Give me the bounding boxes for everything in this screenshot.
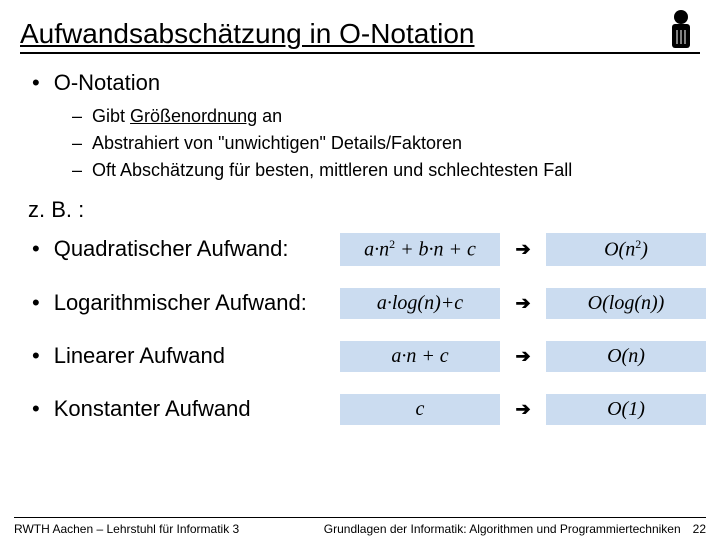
sub-item-1: – Gibt Größenordnung an <box>72 106 696 127</box>
formula-quad-lhs: a·n2 + b·n + c <box>340 233 500 266</box>
dash-icon: – <box>72 160 82 181</box>
page-title: Aufwandsabschätzung in O-Notation <box>20 18 475 50</box>
formula-quad-rhs: O(n2) <box>546 233 706 266</box>
row-linear: •Linearer Aufwand a·n + c ➔ O(n) <box>32 341 696 372</box>
footer-right: Grundlagen der Informatik: Algorithmen u… <box>324 522 681 536</box>
bullet-dot: • <box>32 70 40 96</box>
formula-lin-rhs: O(n) <box>546 341 706 372</box>
row-logarithmic: •Logarithmischer Aufwand: a·log(n)+c ➔ O… <box>32 288 696 319</box>
sub-item-3: – Oft Abschätzung für besten, mittleren … <box>72 160 696 181</box>
arrow-icon: ➔ <box>508 399 538 420</box>
arrow-icon: ➔ <box>508 346 538 367</box>
formula-log-lhs: a·log(n)+c <box>340 288 500 319</box>
example-header: z. B. : <box>28 197 696 223</box>
formula-const-rhs: O(1) <box>546 394 706 425</box>
formula-log-rhs: O(log(n)) <box>546 288 706 319</box>
arrow-icon: ➔ <box>508 239 538 260</box>
sub-text: Gibt Größenordnung an <box>92 106 282 127</box>
footer-left: RWTH Aachen – Lehrstuhl für Informatik 3 <box>14 522 239 536</box>
footer: RWTH Aachen – Lehrstuhl für Informatik 3… <box>14 517 706 536</box>
row-quadratic: •Quadratischer Aufwand: a·n2 + b·n + c ➔… <box>32 233 696 266</box>
dash-icon: – <box>72 133 82 154</box>
professor-icon <box>662 8 700 50</box>
sub-item-2: – Abstrahiert von "unwichtigen" Details/… <box>72 133 696 154</box>
row-constant: •Konstanter Aufwand c ➔ O(1) <box>32 394 696 425</box>
formula-lin-lhs: a·n + c <box>340 341 500 372</box>
title-bar: Aufwandsabschätzung in O-Notation <box>20 8 700 54</box>
sub-text: Oft Abschätzung für besten, mittleren un… <box>92 160 572 181</box>
page-number: 22 <box>693 522 706 536</box>
arrow-icon: ➔ <box>508 293 538 314</box>
sub-text: Abstrahiert von "unwichtigen" Details/Fa… <box>92 133 462 154</box>
dash-icon: – <box>72 106 82 127</box>
bullet-text: O-Notation <box>54 70 160 96</box>
slide-content: • O-Notation – Gibt Größenordnung an – A… <box>0 54 720 425</box>
formula-const-lhs: c <box>340 394 500 425</box>
bullet-o-notation: • O-Notation <box>32 70 696 96</box>
